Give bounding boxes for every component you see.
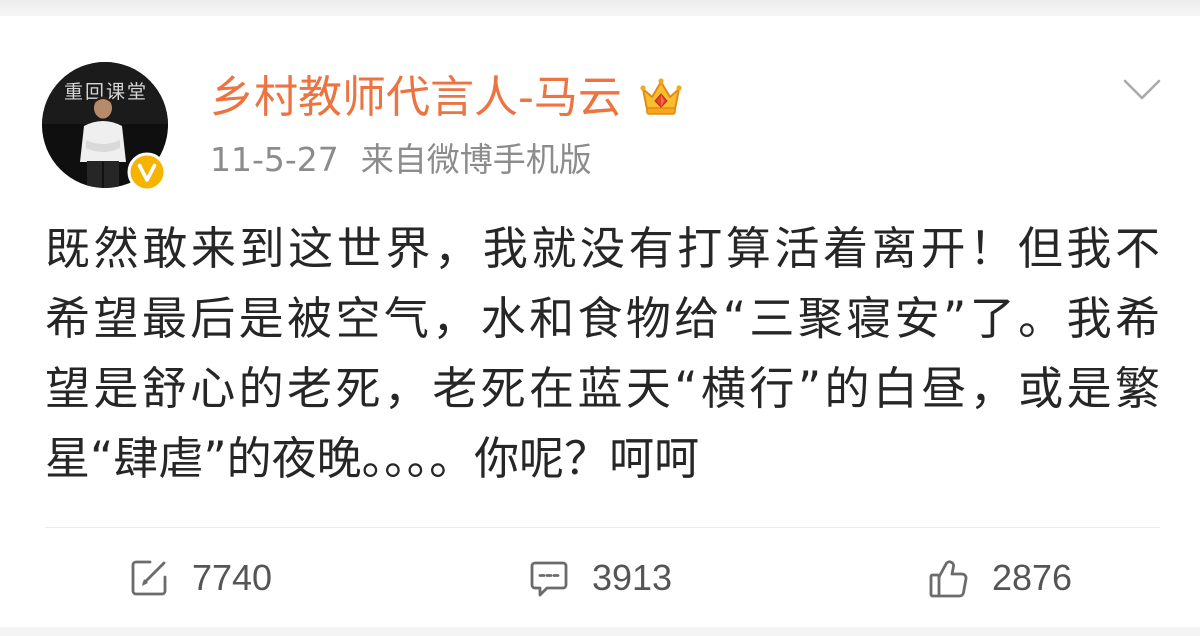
post-source: 来自微博手机版 <box>360 140 592 179</box>
repost-button[interactable]: 7740 <box>0 528 400 628</box>
comment-button[interactable]: 3913 <box>400 528 800 628</box>
post-text-line: 希望最后是被空气，水和食物给“三聚寝安”了。我希 <box>45 292 1160 345</box>
like-button[interactable]: 2876 <box>800 528 1200 628</box>
action-bar: 7740 3913 2876 <box>0 528 1200 628</box>
username[interactable]: 乡村教师代言人-马云 <box>210 70 622 126</box>
post-text: 既然敢来到这世界，我就没有打算活着离开！但我不 希望最后是被空气，水和食物给“三… <box>45 214 1160 494</box>
verified-v-icon <box>127 152 167 192</box>
status-bar-shadow <box>0 0 1200 16</box>
chevron-down-icon[interactable] <box>1122 74 1162 104</box>
repost-count: 7740 <box>191 557 273 598</box>
post-text-line: 既然敢来到这世界，我就没有打算活着离开！但我不 <box>45 222 1160 275</box>
post-text-line: 望是舒心的老死，老死在蓝天“横行”的白昼，或是繁 <box>45 362 1160 415</box>
like-icon <box>928 557 970 599</box>
like-count: 2876 <box>991 557 1073 598</box>
comment-icon <box>528 557 570 599</box>
crown-icon[interactable] <box>638 74 684 120</box>
comment-count: 3913 <box>591 557 673 598</box>
post-text-line: 星“肆虐”的夜晚。。。。你呢？呵呵 <box>45 432 700 485</box>
post-meta: 11-5-27 来自微博手机版 <box>210 139 592 181</box>
repost-icon <box>128 557 170 599</box>
post-date: 11-5-27 <box>210 140 339 179</box>
card-separator <box>0 627 1200 636</box>
